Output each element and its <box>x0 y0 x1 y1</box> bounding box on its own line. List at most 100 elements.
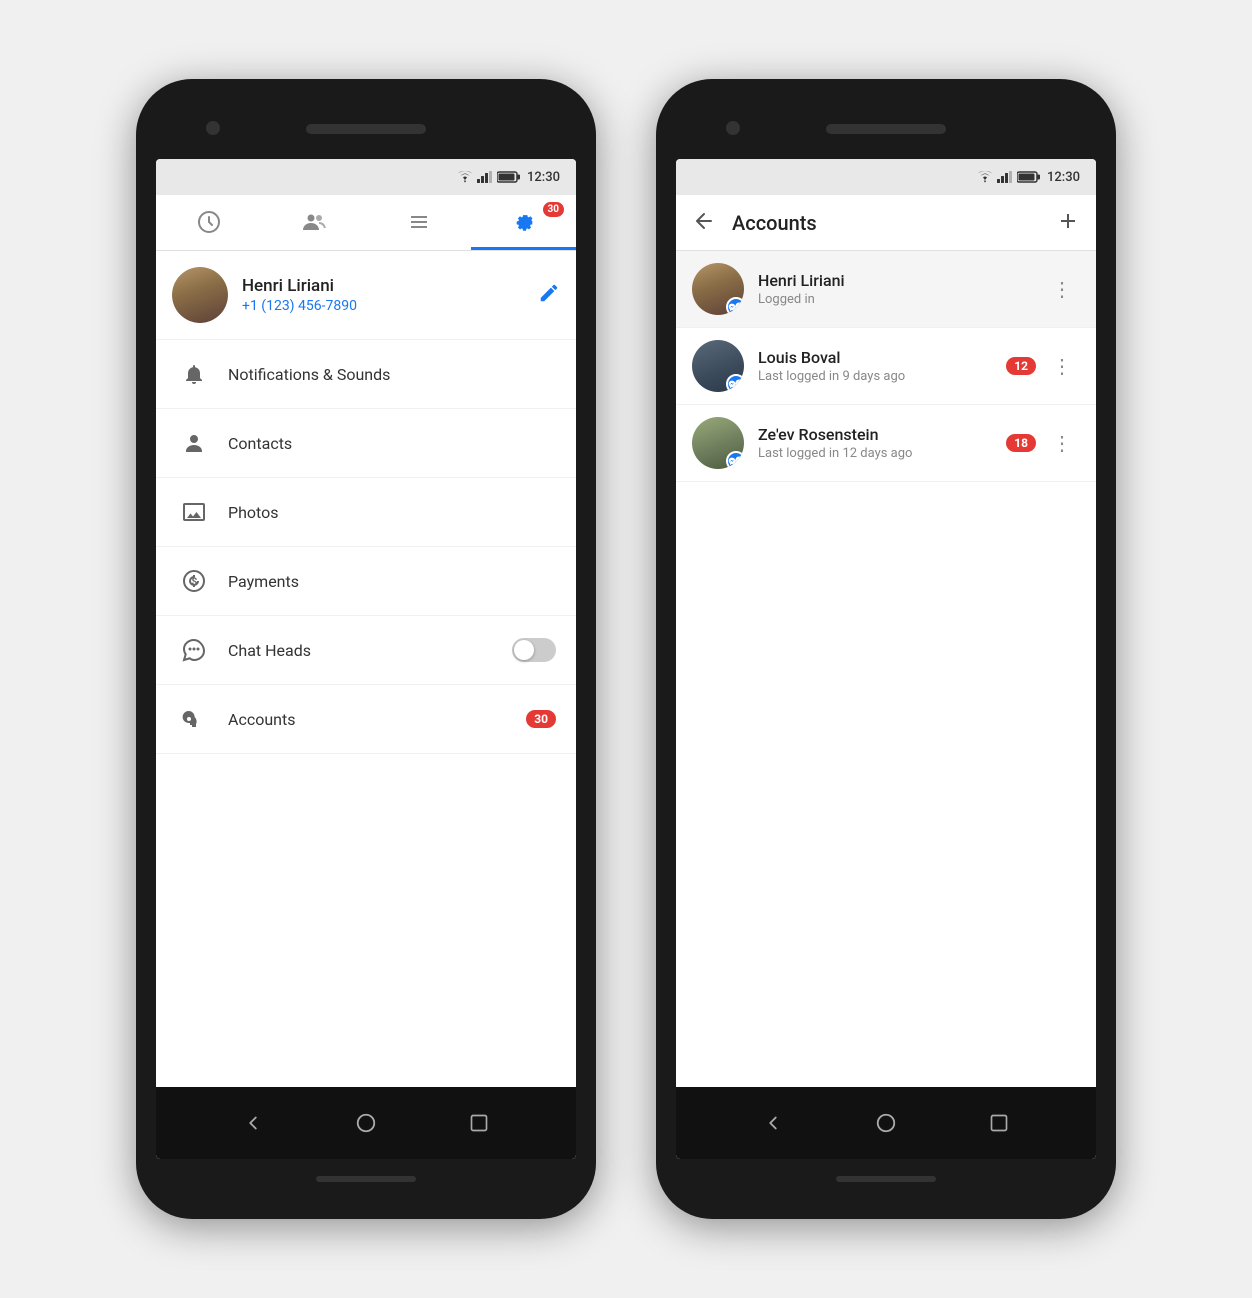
phone-bottom-bar-1 <box>316 1159 416 1199</box>
battery-icon <box>497 171 521 183</box>
chatheads-label: Chat Heads <box>228 641 512 660</box>
home-button-2[interactable] <box>866 1103 906 1143</box>
status-icons <box>457 171 521 183</box>
zeev-right: 18 ⋮ <box>1006 427 1080 459</box>
toggle-thumb <box>514 640 534 660</box>
account-item-louis[interactable]: Louis Boval Last logged in 9 days ago 12… <box>676 328 1096 405</box>
louis-name: Louis Boval <box>758 348 1006 367</box>
settings-item-photos[interactable]: Photos <box>156 478 576 547</box>
back-button-1[interactable] <box>233 1103 273 1143</box>
status-time-2: 12:30 <box>1047 170 1080 185</box>
status-bar-2: 12:30 <box>676 159 1096 195</box>
chatheads-toggle[interactable] <box>512 638 556 662</box>
front-camera-2 <box>726 121 740 135</box>
zeev-avatar <box>692 417 744 469</box>
back-arrow-button[interactable] <box>692 209 716 237</box>
accounts-badge: 30 <box>526 710 556 728</box>
phone-top-bar-2 <box>676 99 1096 159</box>
key-icon <box>182 707 206 731</box>
add-account-button[interactable] <box>1056 209 1080 237</box>
accounts-list: Henri Liriani Logged in ⋮ <box>676 251 1096 1087</box>
speaker-grille-2 <box>826 124 946 134</box>
settings-content: Henri Liriani +1 (123) 456-7890 Notifica… <box>156 251 576 1087</box>
people-icon <box>302 210 326 234</box>
home-button-1[interactable] <box>346 1103 386 1143</box>
louis-avatar <box>692 340 744 392</box>
phone-1: 12:30 <box>136 79 596 1219</box>
contacts-icon <box>182 431 206 455</box>
phone-2: 12:30 Accounts <box>656 79 1116 1219</box>
user-name: Henri Liriani <box>242 276 538 296</box>
payments-icon: $ <box>182 569 206 593</box>
settings-item-payments[interactable]: $ Payments <box>156 547 576 616</box>
bottom-nav-2 <box>676 1087 1096 1159</box>
accounts-badge-container: 30 <box>526 710 556 728</box>
status-bar-1: 12:30 <box>156 159 576 195</box>
user-phone: +1 (123) 456-7890 <box>242 298 538 314</box>
louis-status: Last logged in 9 days ago <box>758 369 1006 384</box>
louis-more-button[interactable]: ⋮ <box>1044 350 1080 382</box>
henri-info: Henri Liriani Logged in <box>758 271 1044 307</box>
wifi-icon <box>457 171 473 183</box>
gear-icon <box>512 210 536 234</box>
accounts-label: Accounts <box>228 710 526 729</box>
zeev-badge: 18 <box>1006 434 1036 452</box>
wifi-icon-2 <box>977 171 993 183</box>
recents-button-2[interactable] <box>979 1103 1019 1143</box>
messenger-badge-zeev <box>726 451 744 469</box>
edit-profile-button[interactable] <box>538 282 560 309</box>
speaker-grille <box>306 124 426 134</box>
tab-people[interactable] <box>261 194 366 250</box>
clock-icon <box>197 210 221 234</box>
list-icon <box>407 210 431 234</box>
payments-label: Payments <box>228 572 556 591</box>
zeev-more-button[interactable]: ⋮ <box>1044 427 1080 459</box>
settings-item-contacts[interactable]: Contacts <box>156 409 576 478</box>
accounts-page-title: Accounts <box>732 211 1056 235</box>
notifications-label: Notifications & Sounds <box>228 365 556 384</box>
bell-icon <box>182 362 206 386</box>
user-info: Henri Liriani +1 (123) 456-7890 <box>242 276 538 314</box>
tab-list[interactable] <box>366 194 471 250</box>
henri-more-button[interactable]: ⋮ <box>1044 273 1080 305</box>
settings-item-notifications[interactable]: Notifications & Sounds <box>156 340 576 409</box>
bottom-nav-1 <box>156 1087 576 1159</box>
chatheads-toggle-container <box>512 638 556 662</box>
back-button-2[interactable] <box>753 1103 793 1143</box>
status-icons-2 <box>977 171 1041 183</box>
louis-right: 12 ⋮ <box>1006 350 1080 382</box>
tab-settings[interactable]: 30 <box>471 194 576 250</box>
account-item-zeev[interactable]: Ze'ev Rosenstein Last logged in 12 days … <box>676 405 1096 482</box>
zeev-name: Ze'ev Rosenstein <box>758 425 1006 444</box>
chatheads-icon-container <box>176 632 212 668</box>
henri-right: ⋮ <box>1044 273 1080 305</box>
messenger-badge-louis <box>726 374 744 392</box>
signal-icon-2 <box>997 171 1013 183</box>
photos-icon-container <box>176 494 212 530</box>
tab-clock[interactable] <box>156 194 261 250</box>
phone-bottom-bar-2 <box>836 1159 936 1199</box>
louis-info: Louis Boval Last logged in 9 days ago <box>758 348 1006 384</box>
photos-label: Photos <box>228 503 556 522</box>
bell-icon-container <box>176 356 212 392</box>
svg-text:$: $ <box>192 575 198 588</box>
front-camera <box>206 121 220 135</box>
home-indicator-2 <box>836 1176 936 1182</box>
henri-name: Henri Liriani <box>758 271 1044 290</box>
payments-icon-container: $ <box>176 563 212 599</box>
settings-badge: 30 <box>543 202 564 217</box>
screen-2: 12:30 Accounts <box>676 159 1096 1159</box>
settings-tab-bar: 30 <box>156 195 576 251</box>
phone-top-bar <box>156 99 576 159</box>
henri-status: Logged in <box>758 292 1044 307</box>
zeev-info: Ze'ev Rosenstein Last logged in 12 days … <box>758 425 1006 461</box>
account-item-henri[interactable]: Henri Liriani Logged in ⋮ <box>676 251 1096 328</box>
settings-item-accounts[interactable]: Accounts 30 <box>156 685 576 754</box>
accounts-toolbar: Accounts <box>676 195 1096 251</box>
user-avatar <box>172 267 228 323</box>
recents-button-1[interactable] <box>459 1103 499 1143</box>
user-profile-row[interactable]: Henri Liriani +1 (123) 456-7890 <box>156 251 576 340</box>
accounts-icon-container <box>176 701 212 737</box>
settings-item-chatheads[interactable]: Chat Heads <box>156 616 576 685</box>
status-time-1: 12:30 <box>527 170 560 185</box>
